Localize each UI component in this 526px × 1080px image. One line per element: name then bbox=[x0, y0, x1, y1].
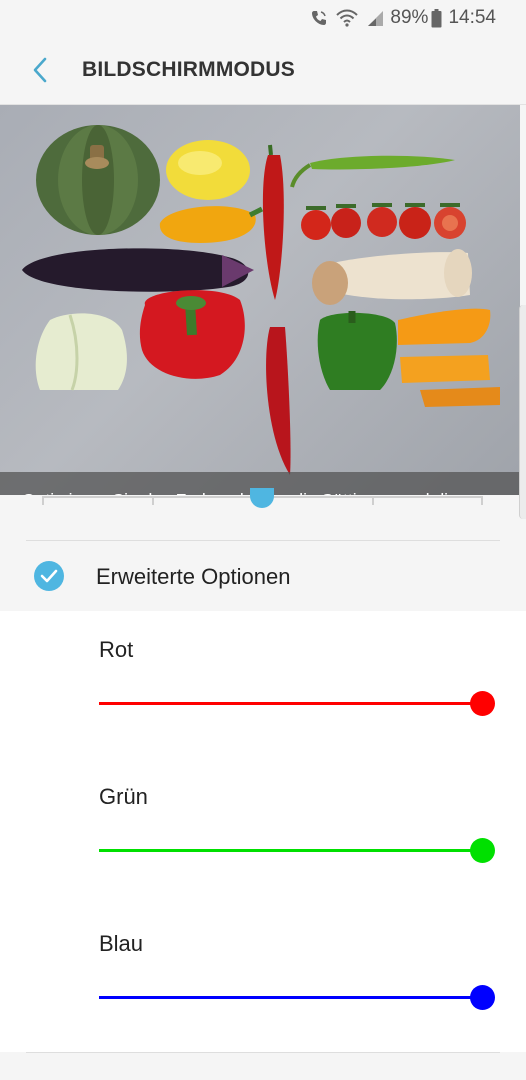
screen-mode-slider[interactable] bbox=[42, 488, 484, 520]
bottom-area bbox=[0, 1052, 526, 1080]
divider bbox=[26, 1052, 500, 1053]
signal-icon bbox=[366, 9, 384, 27]
pumpkin-illustration bbox=[36, 125, 160, 235]
back-button[interactable] bbox=[22, 50, 58, 90]
app-bar: BILDSCHIRMMODUS bbox=[0, 36, 526, 105]
blue-slider[interactable] bbox=[99, 982, 495, 1012]
preview-image: Optimieren Sie das Farbspektrum, die Sät… bbox=[0, 105, 520, 495]
check-circle-icon[interactable] bbox=[34, 561, 64, 591]
red-slider-thumb[interactable] bbox=[470, 691, 495, 716]
blue-label: Blau bbox=[99, 931, 144, 956]
scrollbar[interactable] bbox=[519, 305, 526, 519]
clock: 14:54 bbox=[448, 7, 496, 28]
call-icon bbox=[310, 9, 328, 27]
wifi-icon bbox=[336, 9, 359, 27]
red-slider-track bbox=[99, 702, 483, 705]
green-slider-thumb[interactable] bbox=[470, 838, 495, 863]
color-balance-panel: Rot Grün Blau bbox=[0, 611, 526, 1052]
battery-icon bbox=[431, 8, 442, 28]
green-slider[interactable] bbox=[99, 835, 495, 865]
chevron-left-icon bbox=[33, 57, 47, 83]
status-bar: 89% 14:54 bbox=[0, 0, 526, 36]
mode-slider-tick bbox=[481, 496, 483, 505]
mode-slider-thumb[interactable] bbox=[250, 488, 274, 508]
battery-percent: 89% bbox=[390, 7, 429, 28]
green-label: Grün bbox=[99, 784, 148, 809]
blue-slider-track bbox=[99, 996, 483, 999]
green-slider-track bbox=[99, 849, 483, 852]
mode-slider-tick bbox=[152, 496, 154, 505]
red-slider[interactable] bbox=[99, 688, 495, 718]
advanced-options-label: Erweiterte Optionen bbox=[96, 564, 291, 589]
advanced-options-toggle[interactable]: Erweiterte Optionen bbox=[0, 541, 526, 611]
blue-slider-thumb[interactable] bbox=[470, 985, 495, 1010]
red-label: Rot bbox=[99, 637, 134, 662]
mode-slider-tick bbox=[372, 496, 374, 505]
mode-slider-tick bbox=[42, 496, 44, 505]
page-title: BILDSCHIRMMODUS bbox=[82, 58, 295, 81]
